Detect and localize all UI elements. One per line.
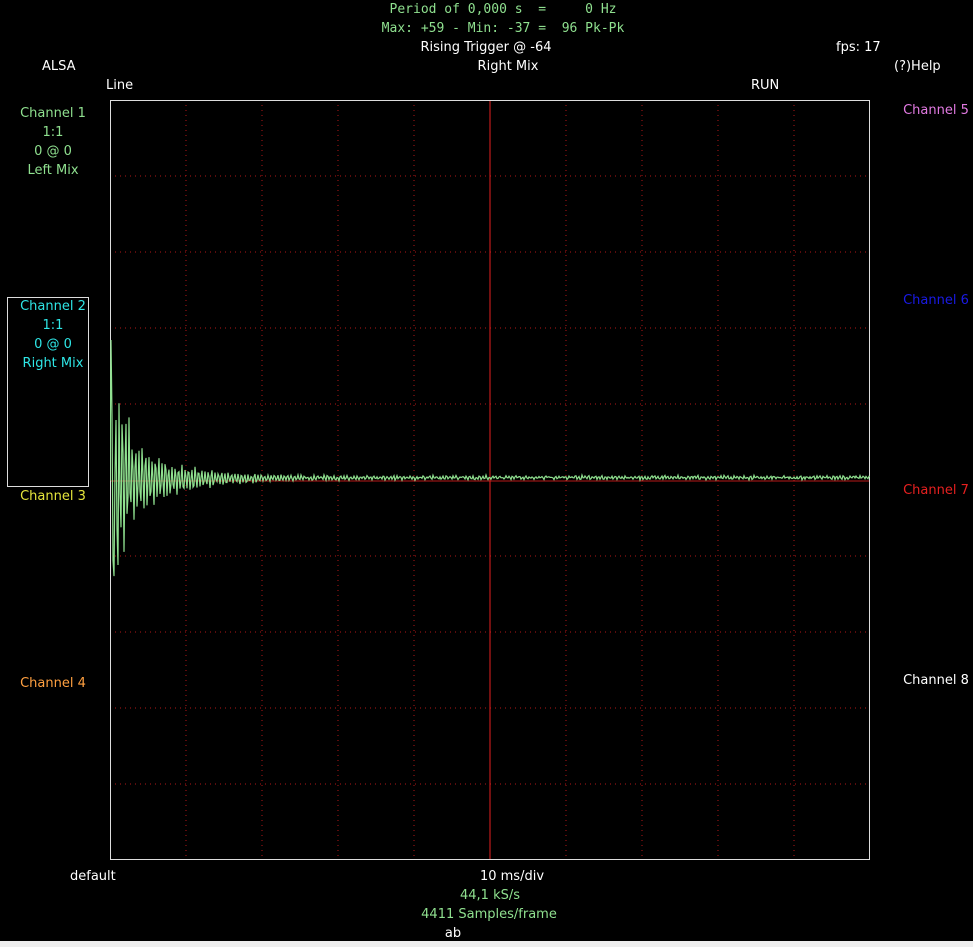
scope-display[interactable] bbox=[110, 100, 870, 860]
period-readout: Period of 0,000 s = 0 Hz bbox=[389, 2, 617, 17]
channel-6-label[interactable]: Channel 6 bbox=[881, 291, 973, 310]
trigger-label[interactable]: Rising Trigger @ -64 bbox=[421, 38, 552, 57]
timebase-label[interactable]: 10 ms/div bbox=[480, 867, 544, 886]
channel-8-label[interactable]: Channel 8 bbox=[881, 671, 973, 690]
samples-per-frame-label: 4411 Samples/frame bbox=[421, 907, 557, 922]
input-line-label[interactable]: Line bbox=[106, 76, 133, 95]
preset-label[interactable]: default bbox=[70, 867, 116, 886]
sample-rate-label: 44,1 kS/s bbox=[459, 888, 521, 903]
channel-5-label[interactable]: Channel 5 bbox=[881, 101, 973, 120]
channel-1-source: Left Mix bbox=[27, 163, 79, 178]
audio-source-label[interactable]: ALSA bbox=[42, 57, 76, 76]
trigger-channel-label[interactable]: Right Mix bbox=[478, 57, 539, 76]
channel-2-position: 0 @ 0 bbox=[34, 337, 72, 352]
channel-4-label[interactable]: Channel 4 bbox=[0, 674, 108, 693]
maxmin-readout: Max: +59 - Min: -37 = 96 Pk-Pk bbox=[381, 21, 625, 36]
channel-2-source: Right Mix bbox=[22, 356, 84, 371]
channel-1-scale: 1:1 bbox=[42, 125, 64, 140]
channel-7-label[interactable]: Channel 7 bbox=[881, 481, 973, 500]
channel-2-name: Channel 2 bbox=[20, 299, 86, 314]
help-button[interactable]: (?)Help bbox=[894, 57, 941, 76]
channel-1-position: 0 @ 0 bbox=[34, 144, 72, 159]
window-bottom-edge bbox=[0, 941, 973, 947]
channel-2-scale: 1:1 bbox=[42, 318, 64, 333]
run-state-button[interactable]: RUN bbox=[751, 76, 779, 95]
fps-readout: fps: 17 bbox=[836, 40, 881, 55]
channel-1-name: Channel 1 bbox=[20, 106, 86, 121]
channel-3-label[interactable]: Channel 3 bbox=[0, 487, 108, 506]
scope-canvas bbox=[110, 100, 870, 860]
